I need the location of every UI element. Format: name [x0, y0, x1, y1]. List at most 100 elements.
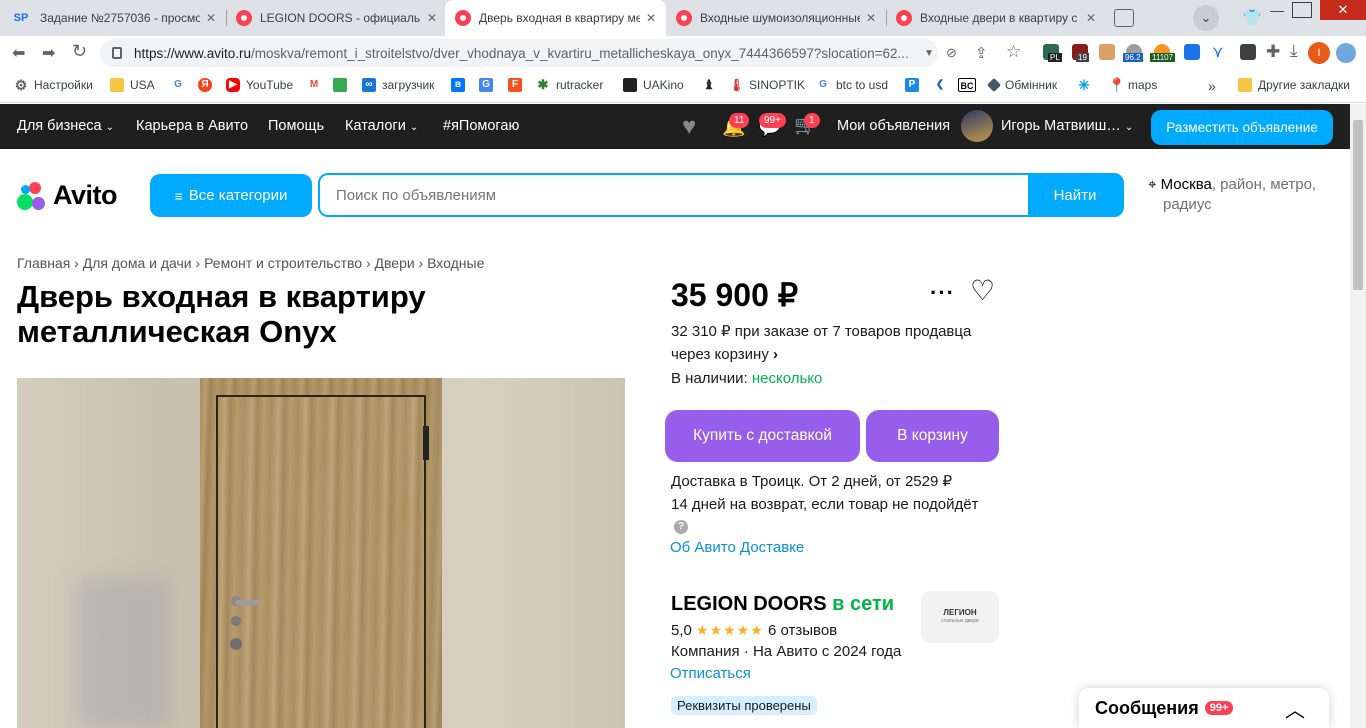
bookmark-other[interactable]: Другие закладки: [1238, 78, 1350, 92]
rating-stars-icon: ★★★★★: [696, 622, 764, 638]
reload-icon[interactable]: ↻: [72, 41, 87, 62]
extension-face-icon[interactable]: [1099, 44, 1115, 60]
bookmarks-more[interactable]: »: [1208, 78, 1216, 94]
tab-search-icon[interactable]: [1114, 9, 1134, 27]
more-options-icon[interactable]: ···: [930, 280, 955, 306]
breadcrumb-item[interactable]: Входные: [427, 255, 484, 271]
verified-badge: Реквизиты проверены: [671, 696, 817, 715]
breadcrumb-item[interactable]: Для дома и дачи: [83, 255, 192, 271]
bookmark-star-icon[interactable]: ☆: [1006, 42, 1021, 62]
restore-button[interactable]: [1292, 2, 1312, 18]
omnibox[interactable]: https://www.avito.ru/moskva/remont_i_str…: [100, 39, 938, 67]
seller-name[interactable]: LEGION DOORS в сети: [671, 593, 894, 616]
bookmark-arrow[interactable]: ❮: [933, 78, 953, 92]
browser-tab-active[interactable]: Дверь входная в квартиру ме ✕: [445, 0, 666, 36]
chevron-up-icon[interactable]: ︿: [1285, 694, 1305, 723]
search-input[interactable]: [320, 175, 1028, 215]
catalogs-menu[interactable]: Каталоги ⌄: [345, 118, 418, 134]
avatar[interactable]: [961, 110, 993, 142]
share-icon[interactable]: ⇪: [975, 44, 988, 62]
shirt-icon[interactable]: 👕: [1242, 8, 1262, 27]
bookmark-gmail[interactable]: M: [307, 78, 327, 92]
all-categories-button[interactable]: ≡ Все категории: [150, 174, 312, 217]
about-delivery-link[interactable]: Об Авито Доставке: [670, 536, 804, 559]
bookmark-f[interactable]: F: [508, 78, 528, 92]
bookmark-p[interactable]: P: [905, 78, 925, 92]
profile-avatar[interactable]: I: [1308, 42, 1330, 64]
breadcrumb-item[interactable]: Ремонт и строительство: [204, 255, 362, 271]
favorite-heart-icon[interactable]: ♡: [970, 276, 995, 306]
bitcoin-icon[interactable]: 11107: [1150, 44, 1176, 62]
seller-rating[interactable]: 5,0 ★★★★★ 6 отзывов: [671, 619, 837, 642]
bookmark-downloader[interactable]: ∞ загрузчик: [362, 78, 434, 92]
bookmark-yandex[interactable]: Я: [198, 78, 218, 92]
close-window-button[interactable]: ✕: [1320, 0, 1366, 20]
back-arrow-icon[interactable]: ⬅: [12, 43, 25, 63]
favorites-heart-icon[interactable]: ♥: [682, 113, 696, 141]
extension-circle-icon[interactable]: 96.2: [1123, 44, 1143, 62]
bookmark-sinoptik[interactable]: 🌡 SINOPTIK: [729, 78, 805, 92]
breadcrumb-item[interactable]: Главная: [17, 255, 70, 271]
location-selector[interactable]: ⌖ Москва, район, метро, радиус: [1148, 175, 1338, 215]
scrollbar-thumb[interactable]: [1353, 120, 1363, 290]
unsubscribe-link[interactable]: Отписаться: [670, 662, 751, 685]
notifications-badge: 11: [729, 113, 750, 128]
door-handle: [235, 600, 261, 605]
extension-arrow-icon[interactable]: [1240, 44, 1256, 60]
browser-tab[interactable]: SP Задание №2757036 - просмотр ✕: [0, 0, 226, 36]
bookmark-vk[interactable]: в: [451, 78, 471, 92]
bookmark-usa[interactable]: USA: [110, 78, 155, 92]
bookmark-bc[interactable]: BC: [958, 78, 982, 92]
business-menu[interactable]: Для бизнеса ⌄: [17, 118, 114, 134]
dropdown-icon[interactable]: ▼: [924, 48, 934, 59]
help-icon[interactable]: ?: [674, 520, 688, 534]
vpn-icon[interactable]: ⋎: [1212, 42, 1224, 62]
bookmark-kyivstar[interactable]: ✳: [1077, 78, 1097, 92]
avito-logo[interactable]: Avito: [17, 180, 118, 211]
find-button[interactable]: Найти: [1028, 175, 1122, 215]
bookmark-translate[interactable]: G: [479, 78, 499, 92]
forward-arrow-icon[interactable]: ➡: [42, 43, 55, 63]
extension-globe-icon[interactable]: PL: [1043, 44, 1062, 62]
help-tag-link[interactable]: #яПомогаю: [443, 118, 519, 134]
bookmark-drive[interactable]: [333, 78, 353, 92]
listing-photo[interactable]: [17, 378, 625, 728]
bookmark-chess[interactable]: ♝: [702, 78, 722, 92]
close-icon[interactable]: ✕: [427, 11, 437, 25]
bookmark-settings[interactable]: ⚙ Настройки: [14, 78, 93, 92]
tab-list-chevron-icon[interactable]: ⌄: [1193, 5, 1219, 31]
tab-title: Дверь входная в квартиру ме: [479, 11, 640, 25]
close-icon[interactable]: ✕: [1086, 11, 1096, 25]
close-icon[interactable]: ✕: [646, 11, 656, 25]
buy-with-delivery-button[interactable]: Купить с доставкой: [665, 410, 860, 462]
user-menu[interactable]: Игорь Матвииш… ⌄: [1001, 118, 1133, 134]
help-link[interactable]: Помощь: [268, 118, 324, 134]
download-box-icon[interactable]: [1184, 44, 1200, 60]
extension-shield-icon[interactable]: 19: [1072, 44, 1089, 62]
bookmark-btc[interactable]: Gbtc to usd: [816, 78, 888, 92]
bookmark-youtube[interactable]: ▶ YouTube: [226, 78, 293, 92]
puzzle-icon[interactable]: ✚: [1266, 42, 1280, 62]
download-icon[interactable]: ⤓: [1290, 41, 1298, 61]
bookmark-uakino[interactable]: UAKino: [623, 78, 684, 92]
minimize-button[interactable]: —: [1270, 2, 1284, 18]
close-icon[interactable]: ✕: [206, 11, 216, 25]
bookmark-google[interactable]: G: [171, 78, 191, 92]
globe-icon[interactable]: [1336, 43, 1356, 63]
browser-tab[interactable]: Входные двери в квартиру с з ✕: [886, 0, 1106, 36]
bookmark-rutracker[interactable]: ✱ rutracker: [536, 78, 604, 93]
browser-tab[interactable]: Входные шумоизоляционные ✕: [666, 0, 886, 36]
seller-logo[interactable]: ЛЕГИОН стальные двери: [921, 591, 999, 643]
blocked-icon[interactable]: ⊘: [946, 45, 957, 61]
my-ads-link[interactable]: Мои объявления: [837, 118, 950, 134]
bookmark-exchanger[interactable]: Обмінник: [986, 77, 1057, 93]
browser-tab[interactable]: LEGION DOORS - официальная ✕: [226, 0, 447, 36]
messages-widget[interactable]: Сообщения 99+ ︿: [1079, 688, 1329, 728]
bookmark-maps[interactable]: 📍 maps: [1108, 78, 1157, 92]
close-icon[interactable]: ✕: [866, 11, 876, 25]
add-to-cart-button[interactable]: В корзину: [866, 410, 999, 462]
breadcrumb-item[interactable]: Двери: [375, 255, 415, 271]
post-ad-button[interactable]: Разместить объявление: [1151, 110, 1333, 145]
bulk-price-note[interactable]: 32 310 ₽ при заказе от 7 товаров продавц…: [671, 320, 971, 366]
career-link[interactable]: Карьера в Авито: [136, 118, 248, 134]
